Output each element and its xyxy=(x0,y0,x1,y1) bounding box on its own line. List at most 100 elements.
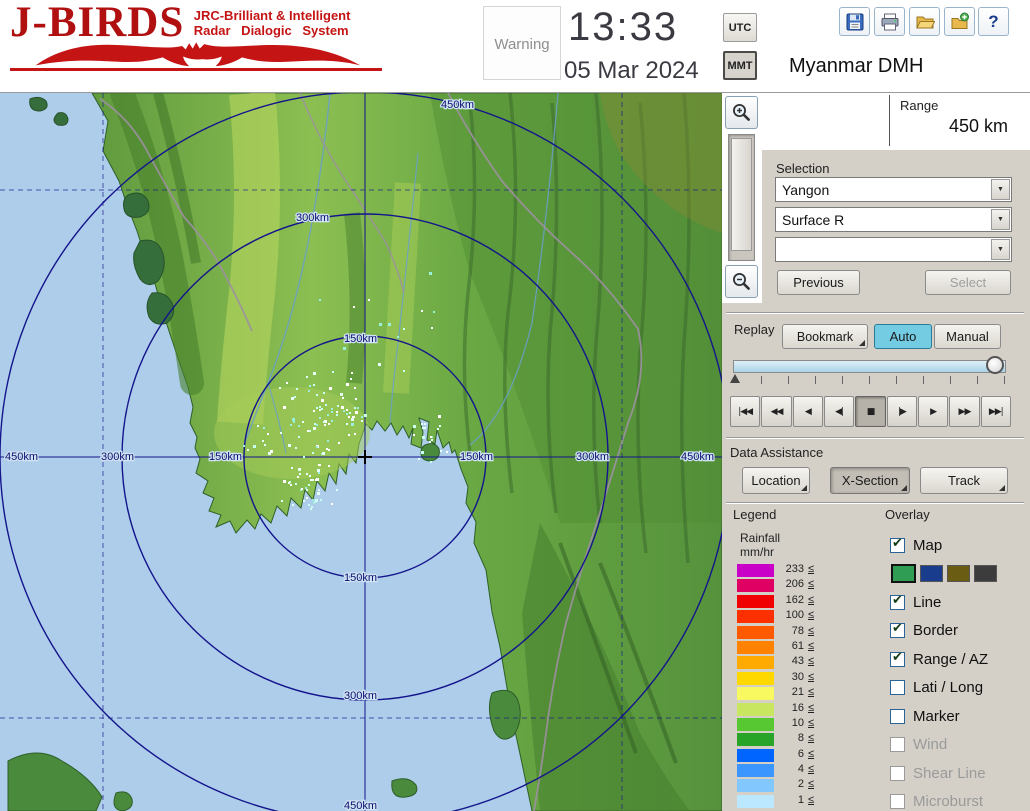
site-dropdown[interactable]: Yangon ▼ xyxy=(775,177,1012,202)
zoom-out-button[interactable] xyxy=(725,265,758,298)
map-style-swatch[interactable] xyxy=(920,565,943,582)
check-icon: ✔ xyxy=(892,621,903,634)
legend-value: 1≤ xyxy=(781,794,814,806)
fast-rewind-button[interactable]: ◀◀ xyxy=(761,396,791,427)
overlay-item-label: Map xyxy=(913,537,942,554)
select-button[interactable]: Select xyxy=(925,270,1011,295)
overlay-label: Overlay xyxy=(885,507,930,522)
checkbox[interactable] xyxy=(890,737,905,752)
chevron-down-icon[interactable]: ▼ xyxy=(991,179,1010,200)
open-folder-icon xyxy=(915,12,935,32)
date-display: 05 Mar 2024 xyxy=(564,57,699,85)
jbirds-logo: J-BIRDS JRC-Brilliant & Intelligent Rada… xyxy=(10,0,405,71)
replay-slider-thumb[interactable] xyxy=(986,356,1004,374)
overlay-item-microburst[interactable]: Microburst xyxy=(890,788,1030,811)
legend-value: 4≤ xyxy=(781,763,814,775)
zoom-in-button[interactable] xyxy=(725,96,758,129)
fast-forward-button[interactable]: ▶▶ xyxy=(949,396,979,427)
legend-row: 2≤ xyxy=(737,778,867,793)
mmt-button[interactable]: MMT xyxy=(723,51,757,80)
legend-value: 10≤ xyxy=(781,717,814,729)
legend-value: 162≤ xyxy=(781,594,814,606)
auto-button[interactable]: Auto xyxy=(874,324,932,349)
option-dropdown[interactable]: ▼ xyxy=(775,237,1012,262)
help-icon: ? xyxy=(988,12,998,32)
legend-row: 61≤ xyxy=(737,640,867,655)
legend-swatch xyxy=(737,703,774,716)
checkbox[interactable]: ✔ xyxy=(890,652,905,667)
radar-map[interactable]: 450km300km150km150km300km450km450km300km… xyxy=(0,93,722,811)
checkbox[interactable] xyxy=(890,766,905,781)
zoom-out-icon xyxy=(731,271,752,292)
map-style-swatch[interactable] xyxy=(947,565,970,582)
chevron-down-icon[interactable]: ▼ xyxy=(991,239,1010,260)
range-label: 450km xyxy=(344,800,377,811)
skip-to-end-button[interactable]: ▶▶| xyxy=(981,396,1011,427)
map-style-swatch[interactable] xyxy=(891,564,916,583)
manual-button[interactable]: Manual xyxy=(934,324,1001,349)
overlay-item-wind[interactable]: Wind xyxy=(890,731,1030,760)
legend-value: 30≤ xyxy=(781,671,814,683)
range-label: 450km xyxy=(441,99,474,111)
checkbox[interactable] xyxy=(890,709,905,724)
overlay-item-label: Range / AZ xyxy=(913,651,988,668)
overlay-item-range-az[interactable]: ✔ Range / AZ xyxy=(890,645,1030,674)
checkbox[interactable] xyxy=(890,794,905,809)
zoom-scrollbar[interactable] xyxy=(728,134,755,261)
overlay-item-lati-long[interactable]: Lati / Long xyxy=(890,674,1030,703)
legend-label: Legend xyxy=(733,507,776,522)
range-label: 450km xyxy=(681,451,714,463)
step-back-button[interactable]: ◀| xyxy=(824,396,854,427)
range-label: 300km xyxy=(576,451,609,463)
legend-row: 1≤ xyxy=(737,794,867,809)
replay-timeline-slider[interactable] xyxy=(733,360,1006,373)
utc-button[interactable]: UTC xyxy=(723,13,757,42)
zoom-scrollbar-thumb[interactable] xyxy=(731,138,752,251)
legend-swatch xyxy=(737,733,774,746)
help-button[interactable]: ? xyxy=(978,7,1009,36)
checkbox[interactable]: ✔ xyxy=(890,623,905,638)
overlay-item-marker[interactable]: Marker xyxy=(890,702,1030,731)
rainfall-legend: 233≤206≤162≤100≤78≤61≤43≤30≤21≤16≤10≤8≤6… xyxy=(737,563,867,809)
overlay-item-map[interactable]: ✔ Map xyxy=(890,531,1030,560)
legend-row: 100≤ xyxy=(737,609,867,624)
legend-unit-line2: mm/hr xyxy=(740,545,774,559)
chevron-down-icon[interactable]: ▼ xyxy=(991,209,1010,230)
checkbox[interactable] xyxy=(890,680,905,695)
product-dropdown[interactable]: Surface R ▼ xyxy=(775,207,1012,232)
bookmark-button[interactable]: Bookmark xyxy=(782,324,868,349)
divider xyxy=(726,502,1024,503)
checkbox[interactable]: ✔ xyxy=(890,538,905,553)
logo-underline xyxy=(10,68,382,71)
legend-swatch xyxy=(737,764,774,777)
stop-button[interactable]: ■ xyxy=(855,396,885,427)
range-divider xyxy=(889,95,890,146)
logo-taglines: JRC-Brilliant & Intelligent Radar Dialog… xyxy=(194,9,351,39)
open-button[interactable] xyxy=(909,7,940,36)
track-button[interactable]: Track xyxy=(920,467,1008,494)
legend-swatch xyxy=(737,656,774,669)
print-icon xyxy=(880,12,900,32)
replay-label: Replay xyxy=(734,322,774,337)
overlay-item-border[interactable]: ✔Border xyxy=(890,617,1030,646)
x-section-button[interactable]: X-Section xyxy=(830,467,910,494)
previous-button[interactable]: Previous xyxy=(777,270,860,295)
play-reverse-button[interactable]: ◀ xyxy=(793,396,823,427)
map-style-swatch[interactable] xyxy=(974,565,997,582)
overlay-item-line[interactable]: ✔Line xyxy=(890,588,1030,617)
overlay-item-label: Lati / Long xyxy=(913,679,983,696)
clock: 13:33 xyxy=(568,5,678,50)
location-button[interactable]: Location xyxy=(742,467,810,494)
step-forward-button[interactable]: |▶ xyxy=(887,396,917,427)
play-button[interactable]: ▶ xyxy=(918,396,948,427)
range-label: 150km xyxy=(344,572,377,584)
overlay-item-shear-line[interactable]: Shear Line xyxy=(890,759,1030,788)
import-button[interactable] xyxy=(944,7,975,36)
timeline-ticks xyxy=(735,376,1006,384)
overlay-item-label: Wind xyxy=(913,736,947,753)
legend-swatch xyxy=(737,564,774,577)
checkbox[interactable]: ✔ xyxy=(890,595,905,610)
print-button[interactable] xyxy=(874,7,905,36)
save-button[interactable] xyxy=(839,7,870,36)
skip-to-start-button[interactable]: |◀◀ xyxy=(730,396,760,427)
